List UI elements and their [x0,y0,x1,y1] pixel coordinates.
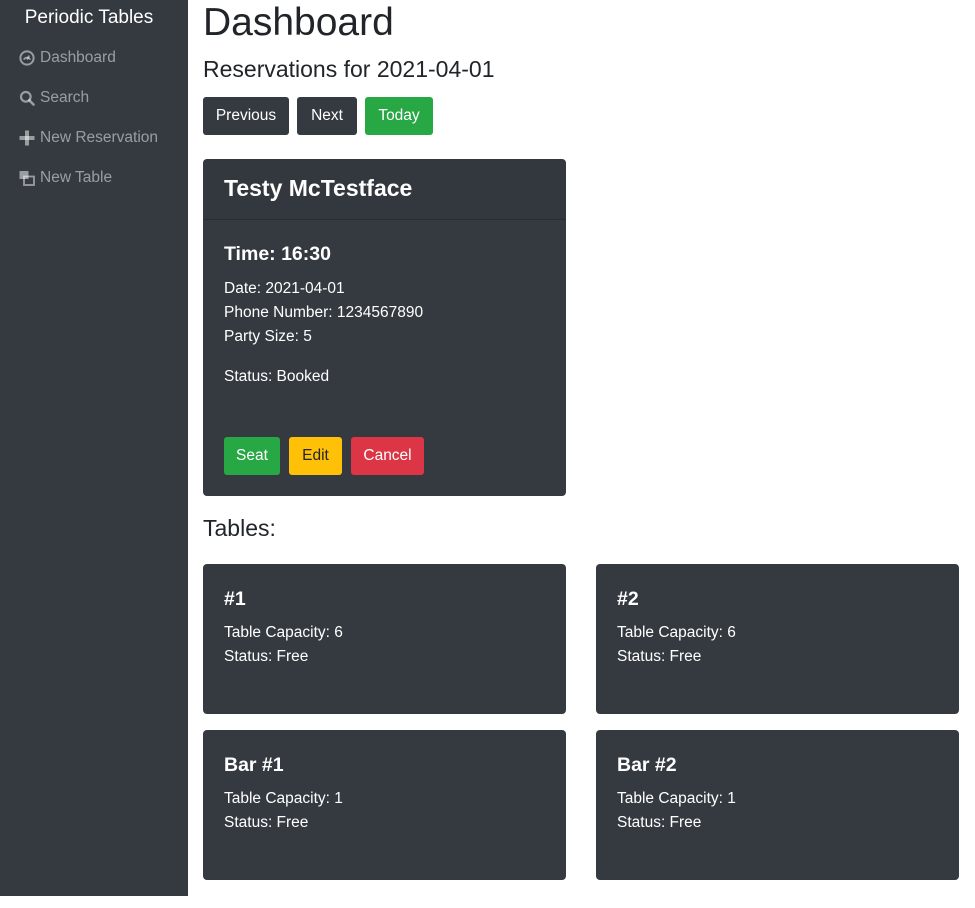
next-button[interactable]: Next [297,97,357,135]
reservation-card-header: Testy McTestface [203,159,566,220]
layers-icon [18,169,36,187]
previous-button[interactable]: Previous [203,97,289,135]
sidebar-item-label: New Reservation [40,129,159,146]
table-name: Bar #1 [224,754,284,776]
search-icon [18,89,36,107]
seat-button[interactable]: Seat [224,437,280,475]
page-title: Dashboard [203,1,394,44]
tables-heading: Tables: [203,515,276,541]
sidebar-item-new-table[interactable]: New Table [18,167,112,189]
table-capacity: Table Capacity: 6 [617,624,736,641]
sidebar-item-label: Search [40,89,90,106]
edit-button[interactable]: Edit [289,437,342,475]
table-name: #2 [617,588,639,610]
table-card: #1 Table Capacity: 6 Status: Free [203,564,566,714]
table-card: Bar #2 Table Capacity: 1 Status: Free [596,730,959,880]
brand-title[interactable]: Periodic Tables [0,5,178,31]
table-card: Bar #1 Table Capacity: 1 Status: Free [203,730,566,880]
reservation-status: Status: Booked [224,368,330,385]
reservations-date-heading: Reservations for 2021-04-01 [203,56,495,82]
table-card: #2 Table Capacity: 6 Status: Free [596,564,959,714]
table-status: Status: Free [617,814,702,831]
today-button[interactable]: Today [365,97,433,135]
app-layout: Periodic Tables Dashboard Search New Res… [0,0,975,908]
reservation-name: Testy McTestface [224,175,413,201]
sidebar-item-dashboard[interactable]: Dashboard [18,47,116,69]
dashboard-icon [18,49,36,67]
table-status: Status: Free [224,648,309,665]
sidebar-item-new-reservation[interactable]: New Reservation [18,127,158,149]
table-capacity: Table Capacity: 1 [617,790,736,807]
table-name: Bar #2 [617,754,677,776]
table-name: #1 [224,588,246,610]
table-capacity: Table Capacity: 6 [224,624,343,641]
table-status: Status: Free [617,648,702,665]
sidebar-item-search[interactable]: Search [18,87,89,109]
sidebar-item-label: New Table [40,169,113,186]
plus-icon [18,129,36,147]
cancel-button[interactable]: Cancel [351,437,424,475]
sidebar: Periodic Tables Dashboard Search New Res… [0,0,188,896]
sidebar-item-label: Dashboard [40,49,116,66]
table-status: Status: Free [224,814,309,831]
reservation-party-size: Party Size: 5 [224,328,312,345]
reservation-time: Time: 16:30 [224,243,331,265]
reservation-phone: Phone Number: 1234567890 [224,304,424,321]
reservation-card: Testy McTestface Time: 16:30 Date: 2021-… [203,159,566,496]
reservation-date: Date: 2021-04-01 [224,280,345,297]
table-capacity: Table Capacity: 1 [224,790,343,807]
